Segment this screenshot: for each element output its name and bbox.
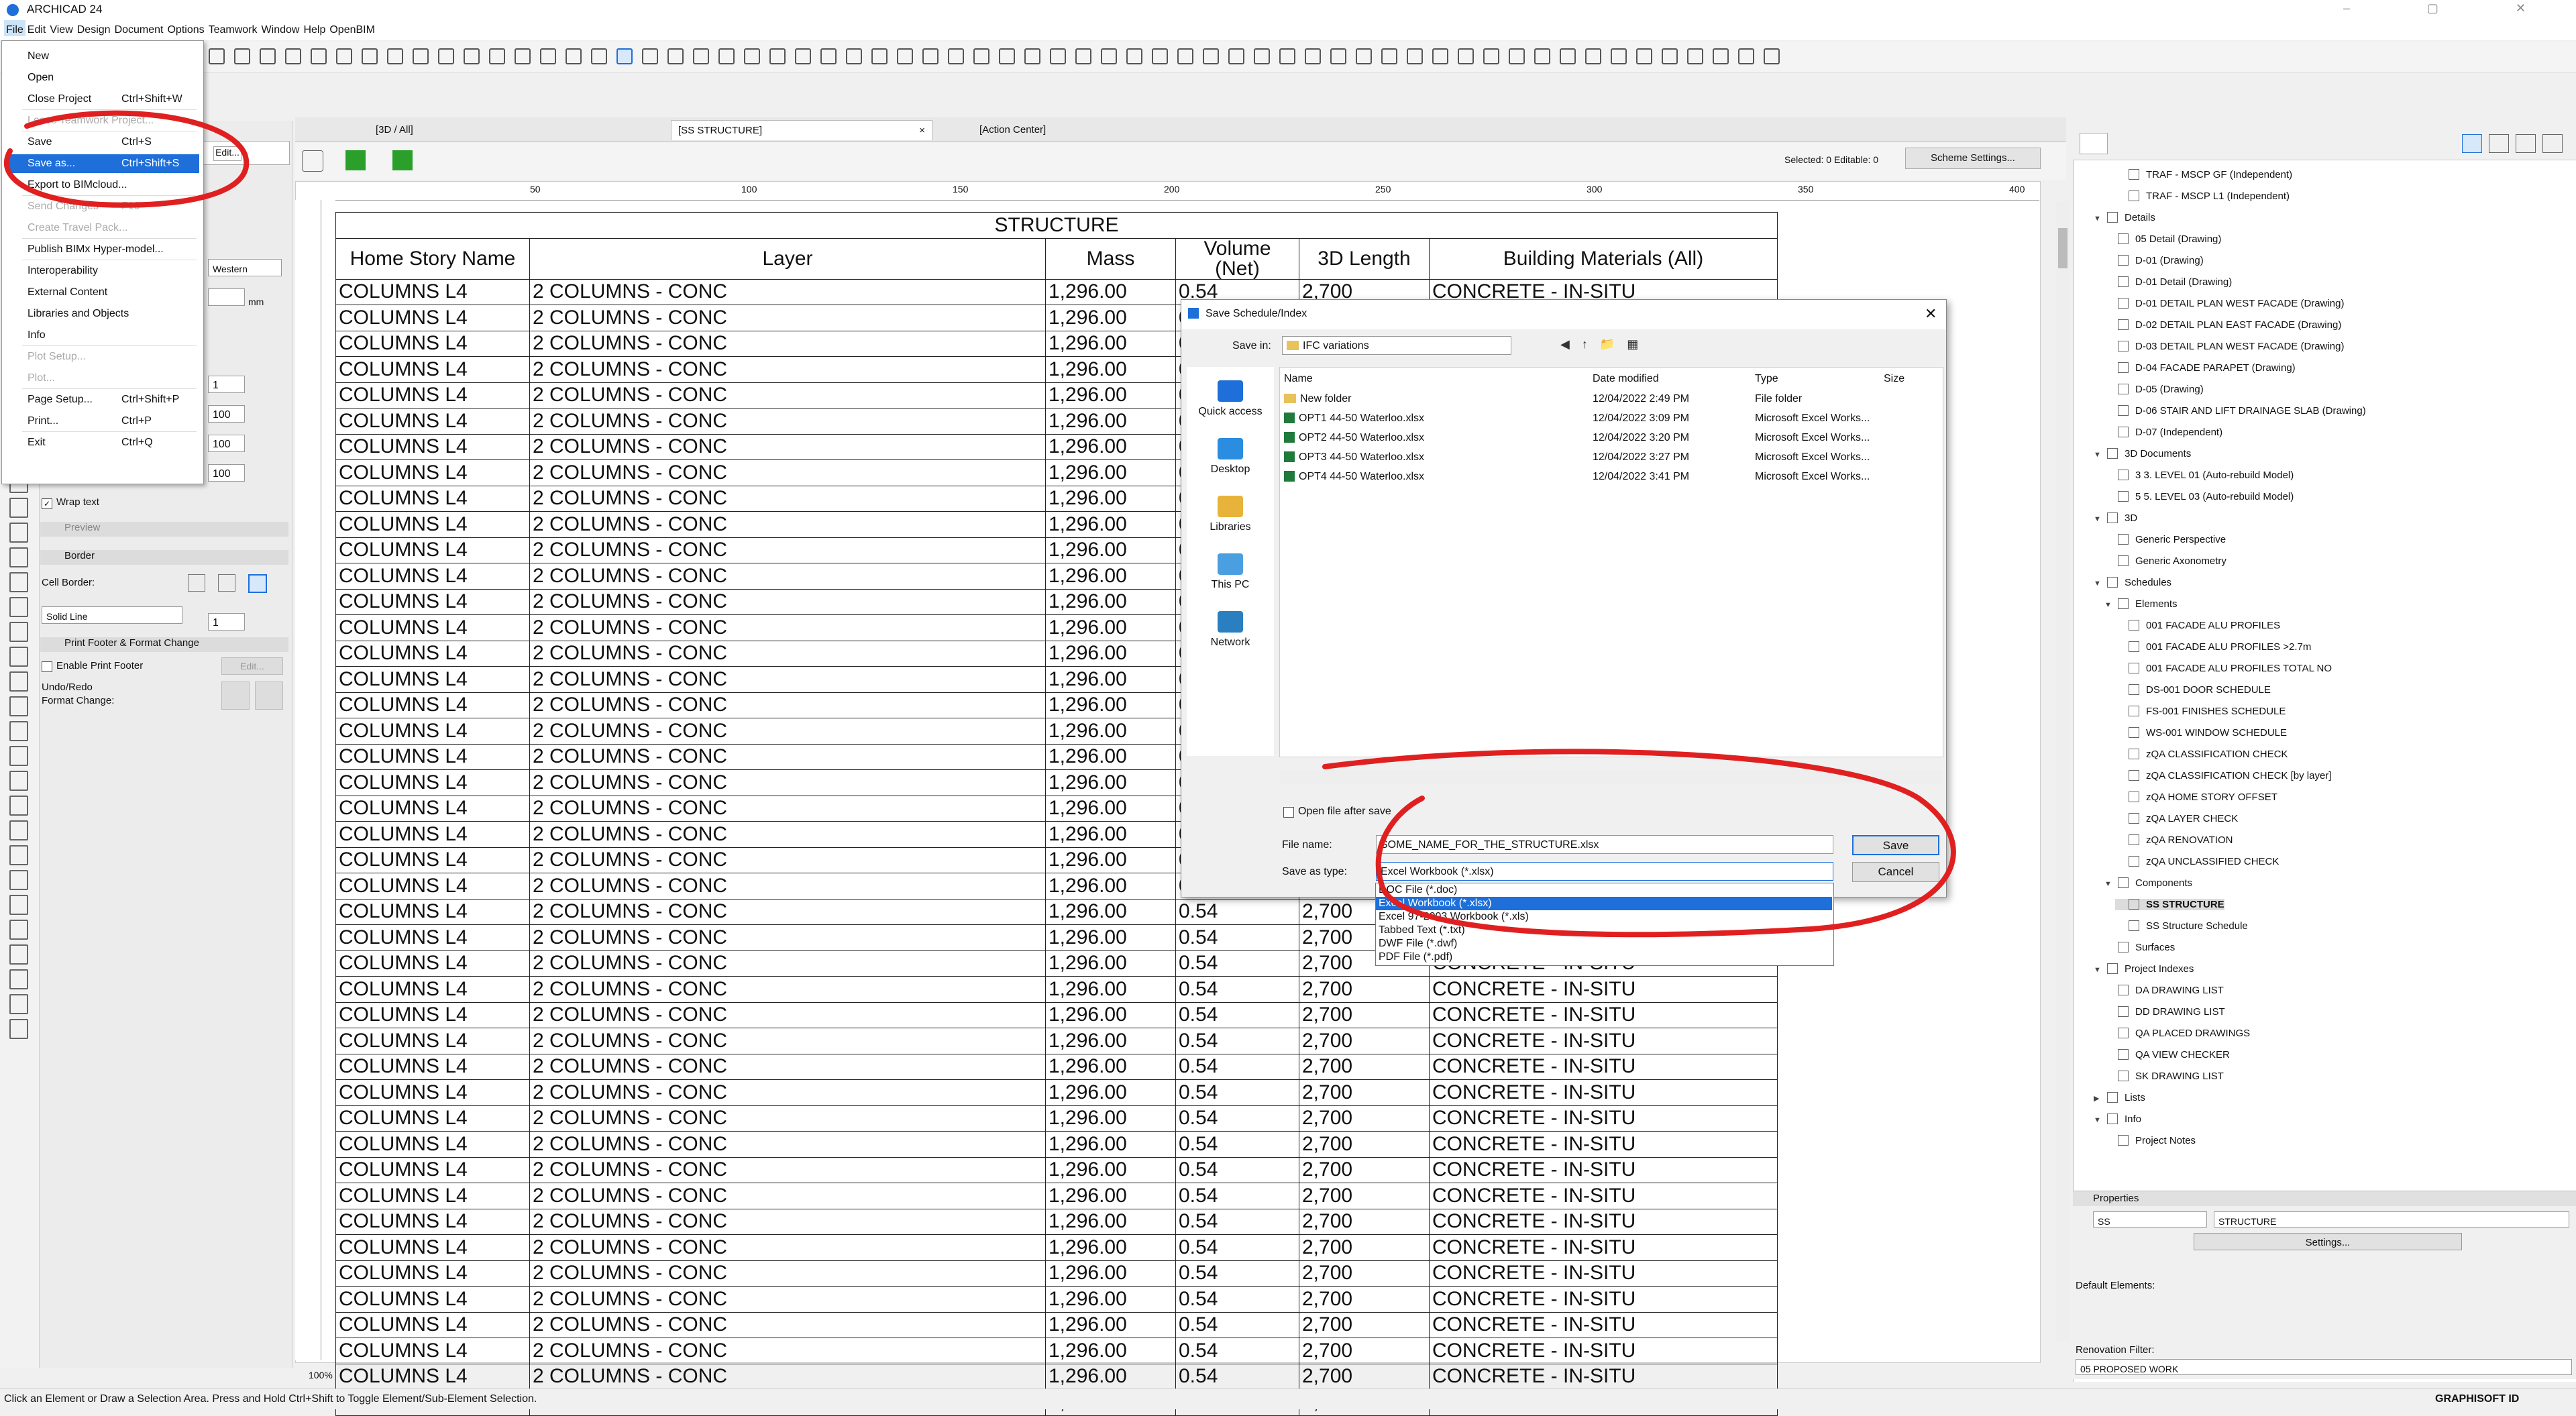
annotation-circle-save-type — [1322, 749, 1956, 938]
red-annotations — [3, 110, 1956, 938]
annotation-circle-save-as — [3, 110, 250, 208]
